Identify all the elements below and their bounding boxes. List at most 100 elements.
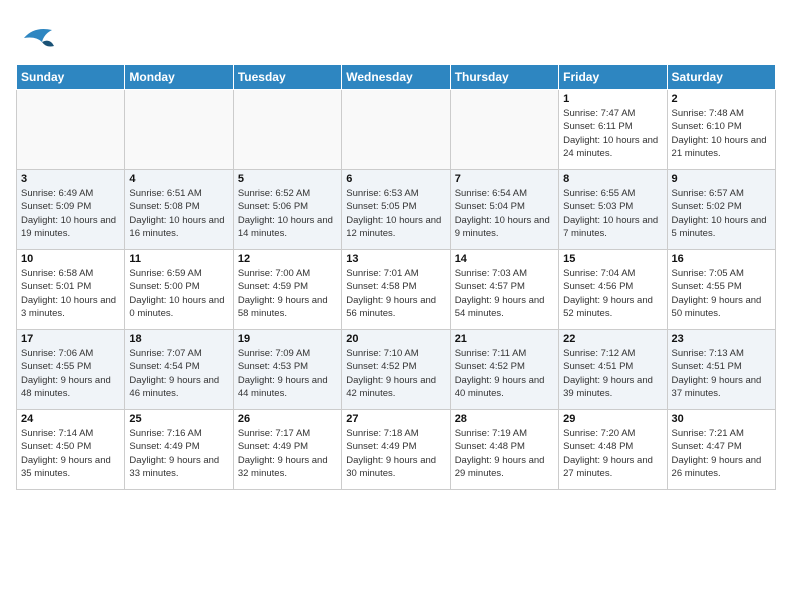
weekday-header-tuesday: Tuesday [233,65,341,90]
day-info: Sunrise: 7:00 AM Sunset: 4:59 PM Dayligh… [238,267,337,320]
day-cell: 19 Sunrise: 7:09 AM Sunset: 4:53 PM Dayli… [233,330,341,410]
day-info: Sunrise: 7:03 AM Sunset: 4:57 PM Dayligh… [455,267,554,320]
weekday-header-saturday: Saturday [667,65,775,90]
day-info: Sunrise: 6:54 AM Sunset: 5:04 PM Dayligh… [455,187,554,240]
day-number: 30 [672,413,771,425]
week-row-1: 3 Sunrise: 6:49 AM Sunset: 5:09 PM Daylig… [17,170,776,250]
day-number: 6 [346,173,445,185]
day-number: 25 [129,413,228,425]
day-info: Sunrise: 7:12 AM Sunset: 4:51 PM Dayligh… [563,347,662,400]
day-info: Sunrise: 6:57 AM Sunset: 5:02 PM Dayligh… [672,187,771,240]
day-cell: 6 Sunrise: 6:53 AM Sunset: 5:05 PM Daylig… [342,170,450,250]
logo-icon [16,16,56,56]
day-cell [233,90,341,170]
day-cell: 7 Sunrise: 6:54 AM Sunset: 5:04 PM Daylig… [450,170,558,250]
day-number: 26 [238,413,337,425]
day-info: Sunrise: 7:06 AM Sunset: 4:55 PM Dayligh… [21,347,120,400]
day-number: 3 [21,173,120,185]
day-number: 5 [238,173,337,185]
day-cell: 24 Sunrise: 7:14 AM Sunset: 4:50 PM Dayli… [17,410,125,490]
day-cell: 3 Sunrise: 6:49 AM Sunset: 5:09 PM Daylig… [17,170,125,250]
day-cell: 20Sunrise: 7:10 AM Sunset: 4:52 PM Dayli… [342,330,450,410]
day-number: 12 [238,253,337,265]
week-row-0: 1 Sunrise: 7:47 AM Sunset: 6:11 PM Daylig… [17,90,776,170]
day-number: 1 [563,93,662,105]
day-info: Sunrise: 7:17 AM Sunset: 4:49 PM Dayligh… [238,427,337,480]
day-number: 21 [455,333,554,345]
day-info: Sunrise: 7:20 AM Sunset: 4:48 PM Dayligh… [563,427,662,480]
day-info: Sunrise: 7:04 AM Sunset: 4:56 PM Dayligh… [563,267,662,320]
day-number: 10 [21,253,120,265]
calendar: SundayMondayTuesdayWednesdayThursdayFrid… [16,64,776,490]
day-info: Sunrise: 7:10 AM Sunset: 4:52 PM Dayligh… [346,347,445,400]
day-number: 19 [238,333,337,345]
day-info: Sunrise: 6:58 AM Sunset: 5:01 PM Dayligh… [21,267,120,320]
day-info: Sunrise: 7:13 AM Sunset: 4:51 PM Dayligh… [672,347,771,400]
day-info: Sunrise: 7:14 AM Sunset: 4:50 PM Dayligh… [21,427,120,480]
logo [16,16,60,56]
day-cell: 25Sunrise: 7:16 AM Sunset: 4:49 PM Dayli… [125,410,233,490]
day-number: 18 [129,333,228,345]
day-info: Sunrise: 7:07 AM Sunset: 4:54 PM Dayligh… [129,347,228,400]
day-cell: 23 Sunrise: 7:13 AM Sunset: 4:51 PM Dayli… [667,330,775,410]
day-info: Sunrise: 7:47 AM Sunset: 6:11 PM Dayligh… [563,107,662,160]
day-number: 16 [672,253,771,265]
day-info: Sunrise: 6:55 AM Sunset: 5:03 PM Dayligh… [563,187,662,240]
day-info: Sunrise: 6:59 AM Sunset: 5:00 PM Dayligh… [129,267,228,320]
day-cell: 13 Sunrise: 7:01 AM Sunset: 4:58 PM Dayli… [342,250,450,330]
day-number: 2 [672,93,771,105]
day-cell: 30 Sunrise: 7:21 AM Sunset: 4:47 PM Dayli… [667,410,775,490]
day-info: Sunrise: 6:52 AM Sunset: 5:06 PM Dayligh… [238,187,337,240]
day-info: Sunrise: 6:49 AM Sunset: 5:09 PM Dayligh… [21,187,120,240]
week-row-2: 10 Sunrise: 6:58 AM Sunset: 5:01 PM Dayli… [17,250,776,330]
day-cell: 17 Sunrise: 7:06 AM Sunset: 4:55 PM Dayli… [17,330,125,410]
day-number: 4 [129,173,228,185]
day-number: 23 [672,333,771,345]
page-header [16,16,776,56]
weekday-header-friday: Friday [559,65,667,90]
day-number: 27 [346,413,445,425]
day-info: Sunrise: 7:48 AM Sunset: 6:10 PM Dayligh… [672,107,771,160]
day-info: Sunrise: 7:18 AM Sunset: 4:49 PM Dayligh… [346,427,445,480]
day-cell: 9Sunrise: 6:57 AM Sunset: 5:02 PM Daylig… [667,170,775,250]
day-cell: 28 Sunrise: 7:19 AM Sunset: 4:48 PM Dayli… [450,410,558,490]
day-info: Sunrise: 7:01 AM Sunset: 4:58 PM Dayligh… [346,267,445,320]
day-info: Sunrise: 6:51 AM Sunset: 5:08 PM Dayligh… [129,187,228,240]
day-number: 11 [129,253,228,265]
day-cell: 1 Sunrise: 7:47 AM Sunset: 6:11 PM Daylig… [559,90,667,170]
day-cell: 29Sunrise: 7:20 AM Sunset: 4:48 PM Dayli… [559,410,667,490]
day-number: 14 [455,253,554,265]
weekday-header-sunday: Sunday [17,65,125,90]
day-info: Sunrise: 6:53 AM Sunset: 5:05 PM Dayligh… [346,187,445,240]
day-number: 28 [455,413,554,425]
day-number: 7 [455,173,554,185]
day-info: Sunrise: 7:21 AM Sunset: 4:47 PM Dayligh… [672,427,771,480]
day-cell: 26 Sunrise: 7:17 AM Sunset: 4:49 PM Dayli… [233,410,341,490]
day-number: 13 [346,253,445,265]
day-cell: 4 Sunrise: 6:51 AM Sunset: 5:08 PM Daylig… [125,170,233,250]
day-info: Sunrise: 7:09 AM Sunset: 4:53 PM Dayligh… [238,347,337,400]
day-cell: 21 Sunrise: 7:11 AM Sunset: 4:52 PM Dayli… [450,330,558,410]
day-cell [450,90,558,170]
day-cell: 14 Sunrise: 7:03 AM Sunset: 4:57 PM Dayli… [450,250,558,330]
day-cell: 18 Sunrise: 7:07 AM Sunset: 4:54 PM Dayli… [125,330,233,410]
day-cell: 10 Sunrise: 6:58 AM Sunset: 5:01 PM Dayli… [17,250,125,330]
day-number: 8 [563,173,662,185]
weekday-header-wednesday: Wednesday [342,65,450,90]
day-cell [342,90,450,170]
week-row-3: 17 Sunrise: 7:06 AM Sunset: 4:55 PM Dayli… [17,330,776,410]
day-number: 17 [21,333,120,345]
day-info: Sunrise: 7:11 AM Sunset: 4:52 PM Dayligh… [455,347,554,400]
day-cell: 22 Sunrise: 7:12 AM Sunset: 4:51 PM Dayli… [559,330,667,410]
day-cell: 2 Sunrise: 7:48 AM Sunset: 6:10 PM Daylig… [667,90,775,170]
day-cell: 8 Sunrise: 6:55 AM Sunset: 5:03 PM Daylig… [559,170,667,250]
day-cell: 12 Sunrise: 7:00 AM Sunset: 4:59 PM Dayli… [233,250,341,330]
day-info: Sunrise: 7:19 AM Sunset: 4:48 PM Dayligh… [455,427,554,480]
day-info: Sunrise: 7:05 AM Sunset: 4:55 PM Dayligh… [672,267,771,320]
day-number: 22 [563,333,662,345]
day-cell: 15Sunrise: 7:04 AM Sunset: 4:56 PM Dayli… [559,250,667,330]
day-cell: 16 Sunrise: 7:05 AM Sunset: 4:55 PM Dayli… [667,250,775,330]
weekday-header-thursday: Thursday [450,65,558,90]
day-cell [17,90,125,170]
day-number: 24 [21,413,120,425]
